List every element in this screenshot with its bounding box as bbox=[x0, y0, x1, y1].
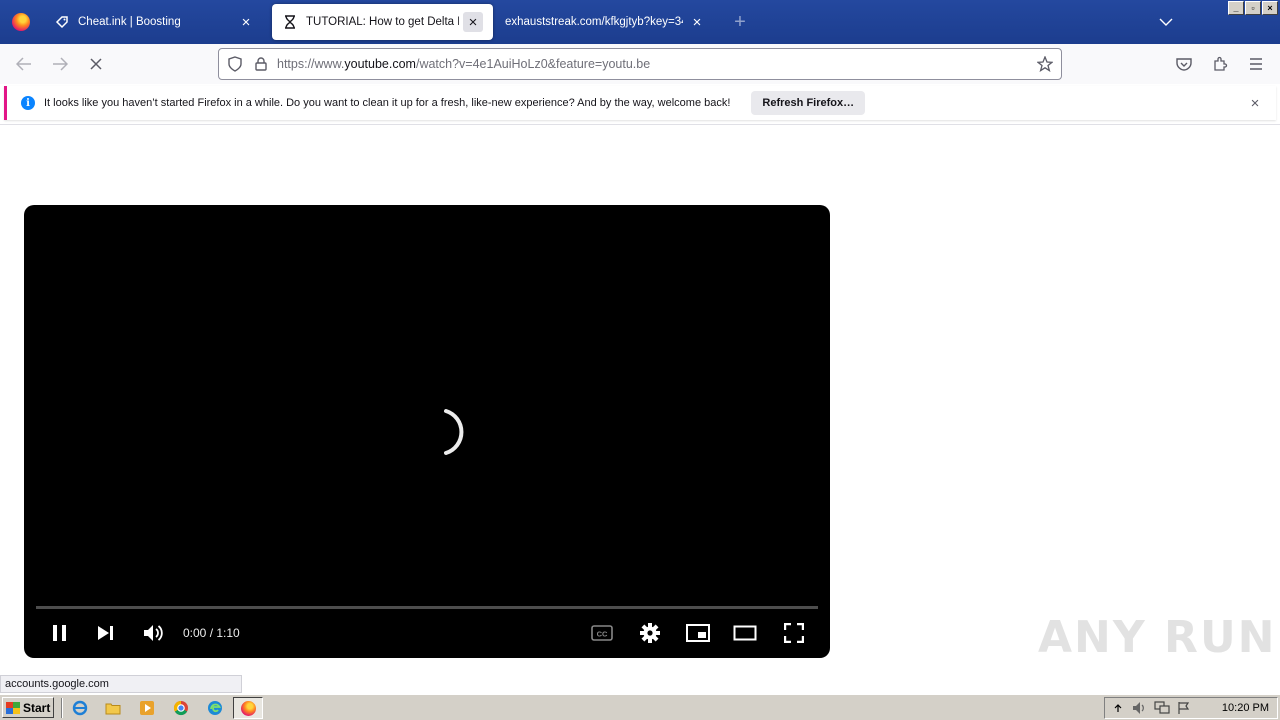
back-button[interactable] bbox=[12, 52, 36, 76]
firefox-icon bbox=[12, 13, 30, 31]
theater-mode-button[interactable] bbox=[732, 621, 758, 645]
windows-logo-icon bbox=[6, 701, 20, 714]
refresh-firefox-button[interactable]: Refresh Firefox… bbox=[751, 91, 866, 115]
tab-strip: Cheat.ink | Boosting × TUTORIAL: How to … bbox=[0, 0, 1280, 44]
chevron-up-icon[interactable] bbox=[1109, 699, 1127, 717]
url-domain: youtube.com bbox=[344, 57, 416, 71]
tab-exhauststreak[interactable]: exhauststreak.com/kfkgjtyb?key=343f × bbox=[495, 4, 717, 40]
url-text[interactable]: https://www.youtube.com/watch?v=4e1AuiHo… bbox=[277, 57, 650, 71]
mute-button[interactable] bbox=[141, 621, 165, 645]
tab-title: Cheat.ink | Boosting bbox=[78, 16, 181, 28]
taskbar-divider bbox=[61, 698, 63, 718]
close-icon[interactable]: × bbox=[463, 12, 483, 32]
tab-title: TUTORIAL: How to get Delta Mob bbox=[306, 16, 459, 28]
chrome-icon[interactable] bbox=[172, 699, 190, 717]
tag-icon bbox=[54, 14, 70, 30]
arrow-left-icon bbox=[16, 57, 31, 71]
app-menu-button[interactable] bbox=[1244, 52, 1268, 76]
firefox-view-button[interactable] bbox=[0, 0, 42, 44]
chevron-down-icon bbox=[1159, 18, 1173, 26]
status-url-tooltip: accounts.google.com bbox=[0, 675, 242, 693]
skip-next-icon bbox=[98, 626, 113, 640]
pocket-icon bbox=[1176, 58, 1192, 71]
extensions-button[interactable] bbox=[1208, 52, 1232, 76]
content-divider bbox=[0, 124, 1280, 125]
next-button[interactable] bbox=[94, 621, 118, 645]
miniplayer-icon bbox=[686, 624, 710, 642]
pause-icon bbox=[53, 625, 66, 641]
info-icon: i bbox=[21, 96, 35, 110]
closed-captions-icon: CC bbox=[591, 625, 613, 641]
url-prefix: https://www. bbox=[277, 57, 345, 71]
stop-button[interactable] bbox=[84, 52, 108, 76]
system-clock[interactable]: 10:20 PM bbox=[1222, 702, 1269, 714]
progress-bar[interactable] bbox=[36, 606, 818, 609]
start-button[interactable]: Start bbox=[2, 697, 54, 718]
close-icon[interactable]: × bbox=[236, 12, 256, 32]
media-player-icon[interactable] bbox=[138, 699, 156, 717]
fullscreen-icon bbox=[784, 623, 804, 643]
cc-label: CC bbox=[597, 630, 608, 639]
notification-message: It looks like you haven’t started Firefo… bbox=[44, 97, 731, 109]
url-bar[interactable]: https://www.youtube.com/watch?v=4e1AuiHo… bbox=[218, 48, 1062, 80]
subtitles-button[interactable]: CC bbox=[590, 621, 614, 645]
system-tray: 10:20 PM bbox=[1104, 697, 1278, 719]
internet-explorer-icon[interactable] bbox=[71, 699, 89, 717]
windows-taskbar: Start 10:20 PM bbox=[0, 694, 1280, 720]
tab-cheat-ink[interactable]: Cheat.ink | Boosting × bbox=[44, 4, 266, 40]
list-all-tabs-button[interactable] bbox=[1154, 10, 1178, 34]
arrow-right-icon bbox=[53, 57, 68, 71]
refresh-firefox-notification: i It looks like you haven’t started Fire… bbox=[4, 86, 1276, 120]
network-icon[interactable] bbox=[1153, 699, 1171, 717]
hamburger-menu-icon bbox=[1250, 58, 1262, 70]
video-player[interactable]: 0:00 / 1:10 CC bbox=[24, 205, 830, 658]
time-display: 0:00 / 1:10 bbox=[183, 626, 240, 640]
new-tab-button[interactable]: + bbox=[728, 10, 752, 34]
firefox-logo bbox=[240, 700, 256, 716]
star-icon[interactable] bbox=[1035, 54, 1055, 74]
fullscreen-button[interactable] bbox=[782, 621, 806, 645]
close-icon[interactable]: × bbox=[687, 12, 707, 32]
forward-button[interactable] bbox=[48, 52, 72, 76]
puzzle-icon bbox=[1214, 56, 1228, 71]
window-close-button[interactable]: × bbox=[1262, 1, 1278, 15]
theater-mode-icon bbox=[733, 625, 757, 641]
flag-icon[interactable] bbox=[1175, 699, 1193, 717]
gear-icon bbox=[640, 623, 660, 643]
firefox-icon[interactable] bbox=[239, 699, 257, 717]
shield-icon[interactable] bbox=[225, 54, 245, 74]
anyrun-watermark: ANY RUN bbox=[1038, 612, 1277, 663]
volume-icon[interactable] bbox=[1131, 699, 1149, 717]
pause-button[interactable] bbox=[48, 621, 72, 645]
close-icon bbox=[90, 58, 102, 70]
minimize-button[interactable]: _ bbox=[1228, 1, 1244, 15]
tab-youtube-tutorial[interactable]: TUTORIAL: How to get Delta Mob × bbox=[272, 4, 493, 40]
start-label: Start bbox=[23, 700, 51, 715]
close-icon[interactable]: × bbox=[1246, 94, 1264, 112]
lock-icon[interactable] bbox=[251, 54, 271, 74]
window-controls: _ ▫ × bbox=[1228, 1, 1278, 15]
pocket-button[interactable] bbox=[1172, 52, 1196, 76]
tab-title: exhauststreak.com/kfkgjtyb?key=343f bbox=[505, 16, 683, 28]
file-explorer-icon[interactable] bbox=[104, 699, 122, 717]
navigation-toolbar: https://www.youtube.com/watch?v=4e1AuiHo… bbox=[0, 44, 1280, 84]
hourglass-icon bbox=[282, 14, 298, 30]
volume-icon bbox=[144, 625, 163, 641]
restore-button[interactable]: ▫ bbox=[1245, 1, 1261, 15]
settings-button[interactable] bbox=[638, 621, 662, 645]
url-path: /watch?v=4e1AuiHoLz0&feature=youtu.be bbox=[415, 57, 651, 71]
miniplayer-button[interactable] bbox=[685, 621, 711, 645]
edge-icon[interactable] bbox=[206, 699, 224, 717]
loading-spinner-icon bbox=[444, 409, 464, 455]
